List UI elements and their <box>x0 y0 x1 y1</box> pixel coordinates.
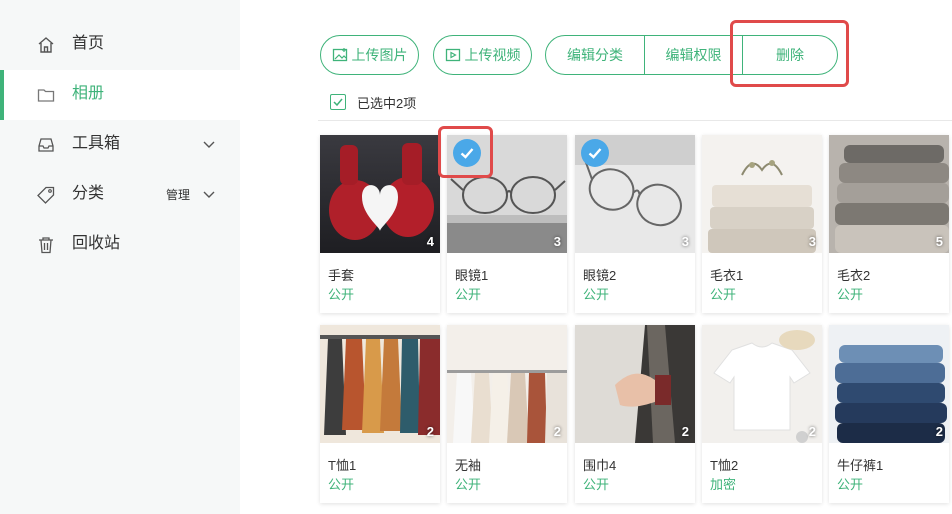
upload-video-button[interactable]: 上传视频 <box>433 35 532 75</box>
photo-name: 无袖 <box>455 458 482 473</box>
main-content: 上传图片 上传视频 编辑分类 编辑权限 删除 已选中2项 4 手套公开 3 眼镜1 公开… <box>240 0 952 514</box>
sidebar-item-label: 首页 <box>72 35 105 52</box>
upload-image-button[interactable]: 上传图片 <box>320 35 419 75</box>
folder-icon <box>37 89 55 102</box>
tag-icon <box>37 186 55 204</box>
sidebar-item-home[interactable]: 首页 <box>0 20 240 70</box>
photo-thumbnail[interactable]: 3 <box>447 135 567 253</box>
sidebar: 首页 相册 工具箱 分类 管理 回收站 <box>0 0 240 514</box>
photo-card[interactable]: 2 围巾4 公开 <box>575 325 695 503</box>
photo-count: 2 <box>426 424 434 439</box>
photo-card[interactable]: 2 牛仔裤1 公开 <box>829 325 949 503</box>
photo-thumbnail[interactable]: 2 <box>702 325 822 443</box>
sidebar-item-toolbox[interactable]: 工具箱 <box>0 120 240 170</box>
selection-count-text: 已选中2项 <box>357 95 417 111</box>
selected-check-icon[interactable] <box>453 139 481 167</box>
edit-button-group: 编辑分类 编辑权限 删除 <box>545 35 838 75</box>
photo-thumbnail[interactable]: 2 <box>829 325 949 443</box>
photo-card[interactable]: 3 毛衣1 公开 <box>702 135 822 313</box>
photo-name: 眼镜2 <box>583 268 617 283</box>
photo-count: 3 <box>808 234 816 249</box>
sidebar-item-label: 分类 <box>72 185 105 202</box>
photo-count: 2 <box>553 424 561 439</box>
photo-thumbnail[interactable]: 2 <box>320 325 440 443</box>
photo-image <box>320 325 440 443</box>
photo-name: T恤1 <box>328 458 357 473</box>
photo-card[interactable]: 2 无袖公开 <box>447 325 567 503</box>
sidebar-item-label: 工具箱 <box>72 135 121 152</box>
video-upload-icon <box>445 48 460 62</box>
edit-permission-button[interactable]: 编辑权限 <box>644 36 742 74</box>
photo-count: 3 <box>681 234 689 249</box>
photo-image <box>829 325 949 443</box>
photo-status: 公开 <box>455 477 482 492</box>
photo-name: 眼镜1 <box>455 268 489 283</box>
inbox-icon <box>38 138 54 152</box>
photo-thumbnail[interactable]: 2 <box>575 325 695 443</box>
edit-category-button[interactable]: 编辑分类 <box>546 36 644 74</box>
checkmark-icon <box>333 98 343 107</box>
upload-video-label: 上传视频 <box>464 47 521 63</box>
photo-thumbnail[interactable]: 3 <box>702 135 822 253</box>
photo-count: 5 <box>935 234 943 249</box>
sidebar-item-label: 相册 <box>72 85 105 102</box>
photo-image <box>320 135 440 253</box>
photo-card[interactable]: 3 眼镜2 公开 <box>575 135 695 313</box>
photo-thumbnail[interactable]: 5 <box>829 135 949 253</box>
sidebar-item-label: 回收站 <box>72 235 121 252</box>
photo-name: 手套 <box>328 268 355 283</box>
photo-thumbnail[interactable]: 4 <box>320 135 440 253</box>
photo-thumbnail[interactable]: 2 <box>447 325 567 443</box>
sidebar-item-trash[interactable]: 回收站 <box>0 220 240 270</box>
divider <box>318 120 952 121</box>
photo-name: T恤2 <box>710 458 739 473</box>
active-indicator <box>0 70 4 120</box>
photo-status: 公开 <box>583 287 610 302</box>
photo-card[interactable]: 3 眼镜1 公开 <box>447 135 567 313</box>
photo-card[interactable]: 2 T恤1 公开 <box>320 325 440 503</box>
photo-count: 3 <box>553 234 561 249</box>
chevron-down-icon[interactable] <box>202 137 216 151</box>
photo-status: 公开 <box>837 477 864 492</box>
photo-count: 2 <box>808 424 816 439</box>
chevron-down-icon[interactable] <box>202 187 216 201</box>
selection-status[interactable]: 已选中2项 <box>330 93 416 111</box>
photo-image <box>702 325 822 443</box>
delete-button[interactable]: 删除 <box>742 36 837 74</box>
photo-image <box>829 135 949 253</box>
photo-count: 4 <box>426 234 434 249</box>
photo-card[interactable]: 4 手套公开 <box>320 135 440 313</box>
photo-status: 公开 <box>710 287 737 302</box>
home-icon <box>38 37 54 53</box>
photo-image <box>447 325 567 443</box>
photo-thumbnail[interactable]: 3 <box>575 135 695 253</box>
upload-image-label: 上传图片 <box>351 47 408 63</box>
photo-status: 公开 <box>328 477 355 492</box>
photo-image <box>575 325 695 443</box>
sidebar-item-category[interactable]: 分类 管理 <box>0 170 240 220</box>
select-all-checkbox[interactable] <box>330 94 346 110</box>
photo-status: 加密 <box>710 477 737 492</box>
selected-check-icon[interactable] <box>581 139 609 167</box>
photo-count: 2 <box>935 424 943 439</box>
photo-image <box>702 135 822 253</box>
sidebar-item-album[interactable]: 相册 <box>0 70 240 120</box>
photo-status: 公开 <box>328 287 355 302</box>
photo-name: 牛仔裤1 <box>837 458 884 473</box>
photo-card[interactable]: 2 T恤2 加密 <box>702 325 822 503</box>
photo-count: 2 <box>681 424 689 439</box>
photo-status: 公开 <box>837 287 864 302</box>
photo-name: 毛衣2 <box>837 268 871 283</box>
photo-name: 围巾4 <box>583 458 617 473</box>
photo-status: 公开 <box>583 477 610 492</box>
photo-status: 公开 <box>455 287 482 302</box>
trash-icon <box>39 237 53 254</box>
image-upload-icon <box>332 48 347 62</box>
photo-card[interactable]: 5 毛衣2 公开 <box>829 135 949 313</box>
manage-link[interactable]: 管理 <box>166 187 190 203</box>
photo-name: 毛衣1 <box>710 268 744 283</box>
